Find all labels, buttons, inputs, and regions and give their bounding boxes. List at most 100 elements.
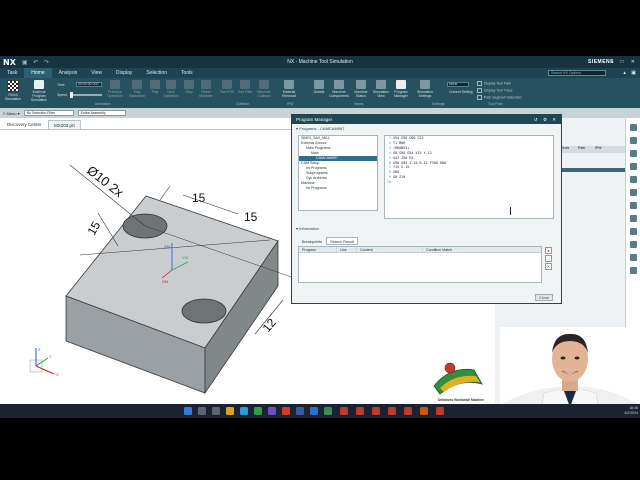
triad-x-label: X [56, 372, 59, 377]
menu-selection[interactable]: Selection [139, 68, 174, 78]
system-clock[interactable]: 18:45 4/2/2024 [624, 406, 638, 416]
command-search-input[interactable]: Search NX Options [548, 70, 606, 76]
dialog-title-bar[interactable]: Program Manager ↺ ⚙ ✕ [292, 115, 561, 124]
clock-icon[interactable] [629, 254, 637, 261]
tab-part-file[interactable]: MX203.prt [48, 120, 81, 129]
menu-view[interactable]: View [84, 68, 109, 78]
add-breakpoint-icon[interactable]: ● [545, 247, 552, 254]
menu-analysis[interactable]: Analysis [52, 68, 85, 78]
nx-taskbar-icon-3[interactable] [372, 407, 380, 415]
menu-home[interactable]: Home [24, 68, 52, 78]
roles-icon[interactable] [629, 228, 637, 235]
simulation-view-icon [376, 80, 386, 89]
app-icon-orange[interactable] [420, 407, 428, 415]
tab-breakpoints[interactable]: Breakpoints [298, 237, 326, 245]
col-content[interactable]: Content [357, 247, 423, 252]
reset-machine-button[interactable]: Reset Machine [195, 80, 217, 98]
edge-browser-icon[interactable] [240, 407, 248, 415]
current-setting-label: Current Setting [449, 90, 473, 94]
speed-slider[interactable] [70, 92, 102, 98]
details-button[interactable]: Details [308, 80, 330, 94]
web-browser-icon[interactable] [629, 202, 637, 209]
palette-icon[interactable] [629, 267, 637, 274]
menu-button[interactable]: ≡ Menu ▾ [3, 111, 20, 116]
column-ipw[interactable]: IPW [591, 146, 608, 153]
col-condition-match[interactable]: Condition Match [423, 247, 541, 252]
display-tool-trace-checkbox[interactable]: Display Tool Trace [477, 88, 513, 93]
previous-operation-button[interactable]: Previous Operation [104, 80, 126, 98]
machine-navigator-icon[interactable] [629, 163, 637, 170]
play-backward-icon [132, 80, 142, 89]
window-controls[interactable]: — □ ✕ [608, 59, 638, 65]
information-section-header[interactable]: ▾ Information [296, 226, 319, 231]
col-line[interactable]: Line [337, 247, 357, 252]
operation-navigator-icon[interactable] [629, 150, 637, 157]
hd3d-tools-icon[interactable] [629, 189, 637, 196]
powerpoint-icon[interactable] [282, 407, 290, 415]
finish-simulation-button[interactable]: Finish Simulation [2, 80, 24, 101]
windows-taskbar: 18:45 4/2/2024 [0, 404, 640, 418]
speed-slider-handle[interactable] [70, 92, 73, 98]
components-icon [334, 80, 344, 89]
machine-collision-button[interactable]: Machine Collision [253, 80, 275, 98]
reuse-library-icon[interactable] [629, 176, 637, 183]
ribbon-controls-icon[interactable]: ▴ ▣ [623, 70, 638, 76]
search-icon[interactable] [198, 407, 206, 415]
dim-line-top-a [159, 185, 171, 201]
details-label: Details [313, 90, 325, 94]
display-tool-path-checkbox[interactable]: Display Tool Path [477, 81, 511, 86]
col-program[interactable]: Program [299, 247, 337, 252]
task-view-icon[interactable] [212, 407, 220, 415]
clear-all-icon[interactable]: ✕ [545, 263, 552, 270]
tab-discovery-center[interactable]: Discovery Center [2, 120, 47, 129]
view-triad[interactable]: Z Y X [24, 344, 64, 384]
nc-code-editor[interactable]: 1 G54 G90 G00 G22 2 T1 M06 3 (DRAW93) 4 G0 G90 … [384, 135, 554, 219]
outlook-icon[interactable] [310, 407, 318, 415]
assembly-scope-select[interactable]: Entire Assembly [77, 110, 126, 116]
hole-right[interactable] [181, 298, 227, 324]
word-icon[interactable] [296, 407, 304, 415]
machine-components-button[interactable]: Machine Components [328, 80, 350, 98]
tab-search-result[interactable]: Search Result [326, 237, 358, 245]
nx-taskbar-icon-2[interactable] [356, 407, 364, 415]
remove-breakpoint-icon[interactable]: ◌ [545, 255, 552, 262]
title-bar: NX ▣ ↶ ↷ NX - Machine Tool Simulation SI… [0, 56, 640, 68]
material-removal-button[interactable]: Material Removal [278, 80, 300, 98]
quick-access-toolbar[interactable]: ▣ ↶ ↷ [22, 59, 51, 66]
machine-status-button[interactable]: Machine Status [350, 80, 372, 98]
selection-filter-select[interactable]: No Selection Filter [23, 110, 74, 116]
program-manager-button[interactable]: Program Manager [390, 80, 412, 98]
external-program-simulation-button[interactable]: External Program Simulation [26, 80, 52, 102]
app-icon-red[interactable] [436, 407, 444, 415]
dimension-top-b: 15 [244, 210, 258, 224]
simulation-settings-button[interactable]: Simulation Settings [414, 80, 436, 98]
current-setting-select[interactable]: None [447, 82, 469, 87]
dock-selected-row[interactable] [557, 168, 625, 172]
file-explorer-icon[interactable] [226, 407, 234, 415]
dialog-controls[interactable]: ↺ ⚙ ✕ [534, 115, 558, 124]
app-icon-green[interactable] [324, 407, 332, 415]
nx-taskbar-icon-5[interactable] [404, 407, 412, 415]
dimension-top-a: 15 [192, 191, 206, 205]
menu-task[interactable]: Task [0, 68, 24, 78]
excel-icon[interactable] [254, 407, 262, 415]
teams-icon[interactable] [268, 407, 276, 415]
part-navigator-icon[interactable] [629, 137, 637, 144]
assembly-navigator-icon[interactable] [629, 124, 637, 131]
programs-section-header[interactable]: ▾ Programs - CAMCAM997 [296, 126, 344, 131]
start-icon[interactable] [184, 407, 192, 415]
close-button[interactable]: Close [535, 294, 553, 301]
column-path[interactable]: Path [574, 146, 591, 153]
time-field[interactable]: 00:00:00.000 [76, 82, 102, 87]
menu-tools[interactable]: Tools [174, 68, 200, 78]
nx-taskbar-icon-4[interactable] [388, 407, 396, 415]
simulation-view-button[interactable]: Simulation View [370, 80, 392, 98]
path-segment-selection-checkbox[interactable]: Path Segment Selection [477, 95, 522, 100]
menu-display[interactable]: Display [109, 68, 139, 78]
tree-item[interactable]: Int Programs [299, 186, 377, 191]
system-scenes-icon[interactable] [629, 241, 637, 248]
nx-taskbar-icon-1[interactable] [340, 407, 348, 415]
search-result-grid[interactable]: Program Line Content Condition Match [298, 246, 542, 283]
history-icon[interactable] [629, 215, 637, 222]
code-line[interactable]: 10 [385, 180, 553, 185]
